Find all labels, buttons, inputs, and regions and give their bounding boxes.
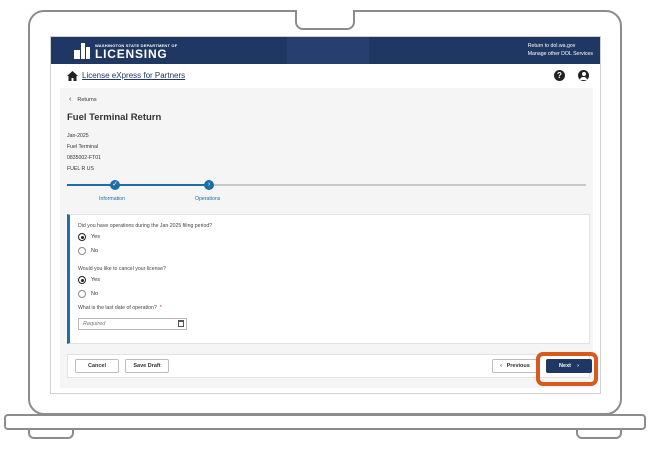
operations-form: Did you have operations during the Jan 2… [67, 214, 590, 344]
brand-link[interactable]: License eXpress for Partners [82, 71, 185, 80]
question-cancel-license: Would you like to cancel your license? [78, 266, 166, 272]
action-bar: Cancel Save Draft ‹ Previous Next › [67, 354, 592, 378]
cancel-button[interactable]: Cancel [75, 359, 119, 373]
back-link[interactable]: ‹ Returns [69, 96, 97, 103]
home-icon[interactable] [67, 71, 78, 81]
radio-cancel-yes-label: Yes [91, 277, 100, 283]
header-links: Return to dol.wa.gov Manage other DOL Se… [528, 42, 593, 58]
step-information-check-icon[interactable]: ✓ [110, 180, 120, 190]
last-date-input[interactable] [78, 318, 187, 330]
meta-business-name: FUEL R US [67, 166, 94, 172]
question-last-date: What is the last date of operation? * [78, 305, 162, 311]
calendar-icon[interactable] [178, 320, 184, 327]
radio-operations-yes-label: Yes [91, 234, 100, 240]
radio-operations-no[interactable] [78, 247, 86, 255]
meta-license-number: 0835002-FT01 [67, 155, 102, 161]
previous-button[interactable]: ‹ Previous [492, 359, 538, 373]
user-icon[interactable] [578, 70, 589, 81]
chevron-left-icon: ‹ [69, 96, 72, 103]
next-button-highlight [536, 352, 598, 386]
radio-operations-no-label: No [91, 248, 99, 254]
dol-logo-mark-icon [74, 43, 90, 59]
laptop-foot-left [28, 430, 74, 439]
stepper-progress-line [67, 184, 209, 186]
question-last-date-label: What is the last date of operation? [78, 305, 157, 311]
app-screen: WASHINGTON STATE DEPARTMENT OF LICENSING… [50, 36, 601, 394]
stepper-remaining-line [209, 184, 586, 186]
radio-cancel-no-label: No [91, 291, 99, 297]
radio-operations-yes[interactable] [78, 233, 86, 241]
nav-bar: License eXpress for Partners ? [51, 64, 600, 88]
dol-logo[interactable]: WASHINGTON STATE DEPARTMENT OF LICENSING [73, 41, 193, 61]
radio-cancel-yes[interactable] [78, 276, 86, 284]
return-meta: Jan-2025 Fuel Terminal 0835002-FT01 FUEL… [67, 131, 101, 175]
agency-name: LICENSING [95, 47, 168, 61]
step-information-label: Information [99, 196, 125, 202]
chevron-left-icon: ‹ [500, 363, 502, 369]
laptop-base [4, 414, 646, 430]
meta-license-type: Fuel Terminal [67, 144, 99, 150]
return-link[interactable]: Return to dol.wa.gov [528, 42, 593, 50]
required-marker: * [159, 305, 162, 311]
step-operations-chevron-icon[interactable]: › [204, 180, 214, 190]
question-operations: Did you have operations during the Jan 2… [78, 223, 213, 229]
radio-cancel-no[interactable] [78, 290, 86, 298]
back-link-label: Returns [77, 97, 97, 103]
manage-services-link[interactable]: Manage other DOL Services [528, 50, 593, 58]
page-title: Fuel Terminal Return [67, 112, 162, 123]
main-content: ‹ Returns Fuel Terminal Return Jan-2025 F… [60, 88, 593, 388]
site-header: WASHINGTON STATE DEPARTMENT OF LICENSING… [51, 37, 600, 64]
header-accent-block [287, 37, 369, 64]
meta-period: Jan-2025 [67, 133, 89, 139]
previous-button-label: Previous [506, 363, 530, 369]
laptop-foot-right [576, 430, 622, 439]
save-draft-button[interactable]: Save Draft [125, 359, 169, 373]
laptop-camera-notch [295, 10, 355, 30]
step-operations-label: Operations [195, 196, 221, 202]
help-icon[interactable]: ? [554, 70, 565, 81]
